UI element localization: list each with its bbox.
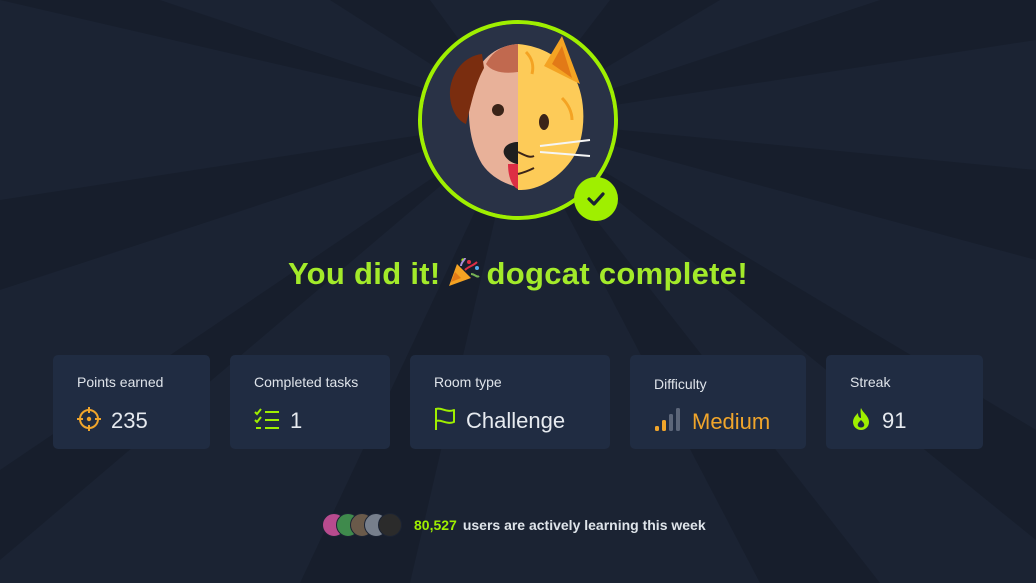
crosshair-icon (77, 406, 101, 436)
stat-card-streak: Streak 91 (826, 355, 983, 449)
stat-label: Difficulty (654, 376, 707, 392)
stat-card-room-type: Room type Challenge (410, 355, 610, 449)
checklist-icon (254, 407, 280, 435)
active-users-footer: 80,527 users are actively learning this … (322, 512, 706, 538)
stat-card-tasks: Completed tasks 1 (230, 355, 390, 449)
stat-label: Completed tasks (254, 374, 359, 390)
room-badge (418, 20, 618, 221)
party-popper-icon (447, 256, 481, 296)
completed-check-icon (574, 177, 618, 221)
stat-value: 1 (290, 408, 303, 433)
headline-title: You did it! (288, 256, 441, 291)
stat-value: 235 (111, 408, 148, 433)
stat-value: Medium (692, 409, 771, 434)
headline-subtitle: dogcat complete! (486, 256, 748, 291)
avatar (378, 513, 402, 537)
stat-value: Challenge (466, 408, 566, 433)
stat-card-difficulty: Difficulty Medium (630, 355, 806, 449)
active-users-text: users are actively learning this week (462, 517, 706, 533)
stat-value: 91 (882, 408, 907, 433)
flag-icon (434, 407, 456, 436)
completion-headline: You did it! dogcat complete! (0, 256, 1036, 296)
signal-bars-icon (654, 407, 682, 437)
user-avatars (322, 512, 404, 538)
active-users-count: 80,527 (414, 517, 457, 533)
stat-label: Points earned (77, 374, 164, 390)
stat-card-points: Points earned 235 (53, 355, 210, 449)
stat-label: Streak (850, 374, 891, 390)
flame-icon (850, 407, 872, 436)
stat-label: Room type (434, 374, 502, 390)
